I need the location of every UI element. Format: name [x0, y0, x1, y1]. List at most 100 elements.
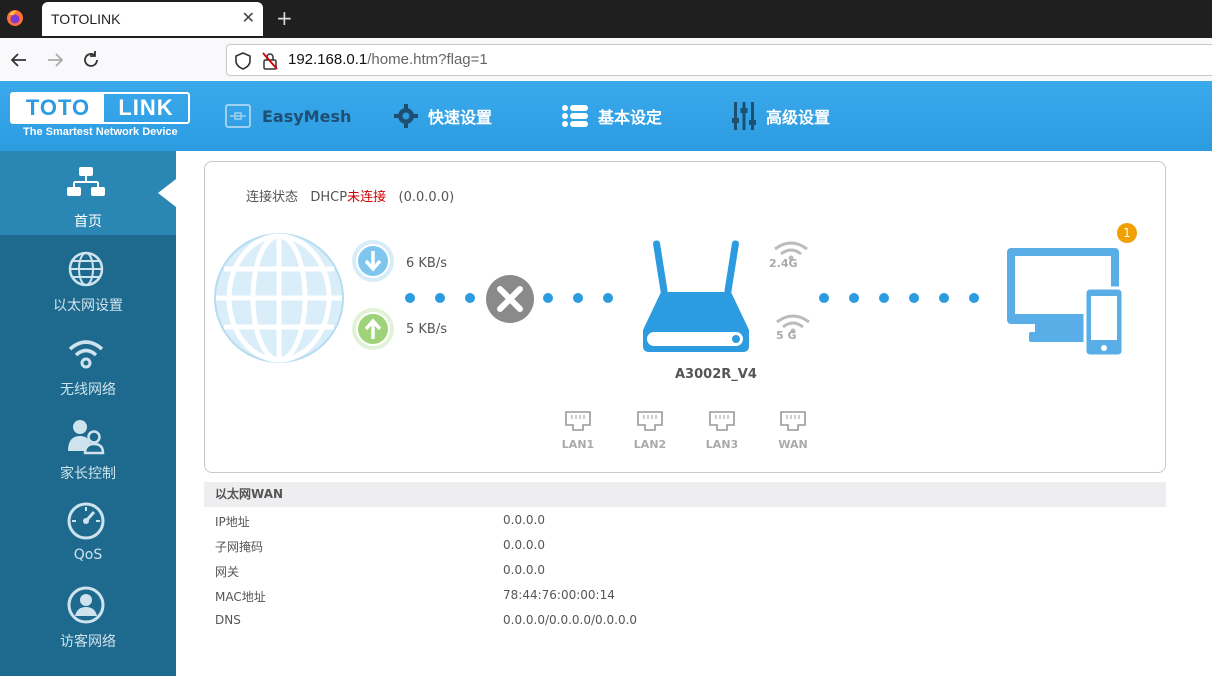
- globe-icon: [68, 251, 104, 287]
- status-ip: (0.0.0.0): [398, 190, 455, 205]
- nav-quick-setup[interactable]: 快速设置: [394, 101, 492, 131]
- guest-icon: [67, 586, 105, 624]
- forward-icon[interactable]: [44, 49, 66, 71]
- sliders-icon: [732, 102, 756, 130]
- sidebar-item-qos[interactable]: QoS: [0, 487, 176, 571]
- table-row: IP地址 0.0.0.0: [204, 507, 1166, 532]
- new-tab-button[interactable]: +: [276, 6, 293, 30]
- speedometer-icon: [67, 502, 105, 540]
- table-row: 子网掩码 0.0.0.0: [204, 532, 1166, 557]
- sidebar-item-home[interactable]: 首页: [0, 151, 176, 235]
- wifi-icon: [68, 340, 104, 369]
- shield-icon[interactable]: [235, 52, 251, 70]
- disconnected-x-icon: [486, 275, 534, 323]
- table-row: 网关 0.0.0.0: [204, 557, 1166, 582]
- status-prefix: 连接状态 DHCP: [246, 190, 348, 205]
- upload-speed: 5 KB/s: [406, 322, 447, 337]
- wan-info-title: 以太网WAN: [204, 482, 1166, 507]
- app-header: TOTO LINK The Smartest Network Device Ea…: [0, 81, 1212, 151]
- router-model: A3002R_V4: [675, 367, 757, 382]
- status-panel: 连接状态 DHCP未连接 (0.0.0.0) 6 KB/s 5 KB/s A30…: [204, 161, 1166, 473]
- nav-quick-setup-label: 快速设置: [428, 108, 493, 127]
- row-value: 0.0.0.0: [503, 513, 545, 527]
- port-label: WAN: [778, 438, 808, 451]
- link-dot: [849, 293, 859, 303]
- row-value: 0.0.0.0: [503, 538, 545, 552]
- port-lan3: LAN3: [704, 410, 740, 451]
- client-count-badge[interactable]: 1: [1117, 223, 1137, 243]
- band-5g-label: 5 G: [776, 329, 797, 342]
- link-dot: [969, 293, 979, 303]
- browser-nav-bar: 192.168.0.1/home.htm?flag=1: [0, 38, 1212, 82]
- back-icon[interactable]: [8, 49, 30, 71]
- link-dot: [573, 293, 583, 303]
- nav-advanced-settings[interactable]: 高级设置: [732, 101, 830, 131]
- download-arrow-icon: [352, 240, 394, 282]
- row-key: DNS: [215, 613, 241, 627]
- row-value: 0.0.0.0: [503, 563, 545, 577]
- wan-info-table: 以太网WAN IP地址 0.0.0.0 子网掩码 0.0.0.0 网关 0.0.…: [204, 482, 1166, 632]
- table-row: MAC地址 78:44:76:00:00:14: [204, 582, 1166, 607]
- sidebar-item-ethernet[interactable]: 以太网设置: [0, 235, 176, 319]
- link-dot: [819, 293, 829, 303]
- sidebar-label-guest: 访客网络: [60, 634, 116, 650]
- gear-icon: [394, 104, 418, 128]
- link-dot: [435, 293, 445, 303]
- network-topology-icon: [67, 167, 105, 196]
- url-host: 192.168.0.1: [288, 51, 368, 68]
- status-disconnected: 未连接: [347, 190, 387, 205]
- address-bar[interactable]: 192.168.0.1/home.htm?flag=1: [226, 44, 1212, 76]
- sidebar-label-wireless: 无线网络: [60, 382, 116, 398]
- nav-basic-settings-label: 基本设定: [598, 108, 663, 127]
- ethernet-port-icon: [565, 411, 591, 431]
- band-24g-label: 2.4G: [769, 257, 798, 270]
- row-key: MAC地址: [215, 590, 266, 604]
- nav-easymesh[interactable]: EasyMesh: [224, 101, 351, 131]
- sidebar-item-guest[interactable]: 访客网络: [0, 571, 176, 655]
- ethernet-port-icon: [709, 411, 735, 431]
- sidebar-label-parental: 家长控制: [60, 466, 116, 482]
- client-devices-icon[interactable]: [1005, 246, 1125, 358]
- link-dot: [939, 293, 949, 303]
- url-path: /home.htm?flag=1: [367, 51, 488, 68]
- row-value: 0.0.0.0/0.0.0.0/0.0.0.0: [503, 613, 638, 627]
- ethernet-port-icon: [637, 411, 663, 431]
- port-label: LAN1: [561, 438, 595, 451]
- row-value: 78:44:76:00:00:14: [503, 588, 615, 602]
- internet-globe-icon: [214, 233, 344, 363]
- logo-tagline: The Smartest Network Device: [23, 126, 178, 138]
- link-dot: [405, 293, 415, 303]
- link-dot: [879, 293, 889, 303]
- sidebar-item-parental[interactable]: 家长控制: [0, 403, 176, 487]
- logo-right-text: LINK: [118, 95, 174, 120]
- firefox-icon: [7, 10, 23, 26]
- upload-arrow-icon: [352, 308, 394, 350]
- router-icon: [643, 240, 749, 352]
- totolink-logo[interactable]: TOTO LINK: [10, 92, 190, 124]
- link-dot: [909, 293, 919, 303]
- browser-tab[interactable]: TOTOLINK ✕: [42, 2, 263, 36]
- close-tab-icon[interactable]: ✕: [242, 8, 255, 27]
- reload-icon[interactable]: [80, 49, 102, 71]
- port-wan: WAN: [775, 410, 811, 451]
- row-key: 子网掩码: [215, 540, 264, 554]
- tab-title: TOTOLINK: [51, 11, 121, 27]
- sidebar-item-wireless[interactable]: 无线网络: [0, 319, 176, 403]
- connection-status: 连接状态 DHCP未连接 (0.0.0.0): [246, 186, 454, 205]
- port-lan1: LAN1: [560, 410, 596, 451]
- url-text: 192.168.0.1/home.htm?flag=1: [288, 51, 488, 68]
- row-key: IP地址: [215, 515, 250, 529]
- link-dot: [603, 293, 613, 303]
- row-key: 网关: [215, 565, 240, 579]
- logo-left-text: TOTO: [12, 94, 104, 122]
- sidebar: 首页 以太网设置 无线网络 家长控制 QoS 访客网络: [0, 151, 176, 676]
- nav-basic-settings[interactable]: 基本设定: [562, 101, 662, 131]
- table-row: DNS 0.0.0.0/0.0.0.0/0.0.0.0: [204, 607, 1166, 632]
- nav-advanced-settings-label: 高级设置: [766, 108, 831, 127]
- insecure-lock-icon[interactable]: [262, 52, 278, 70]
- link-dot: [465, 293, 475, 303]
- sidebar-label-qos: QoS: [73, 547, 103, 563]
- port-lan2: LAN2: [632, 410, 668, 451]
- ethernet-port-icon: [780, 411, 806, 431]
- port-label: LAN3: [705, 438, 739, 451]
